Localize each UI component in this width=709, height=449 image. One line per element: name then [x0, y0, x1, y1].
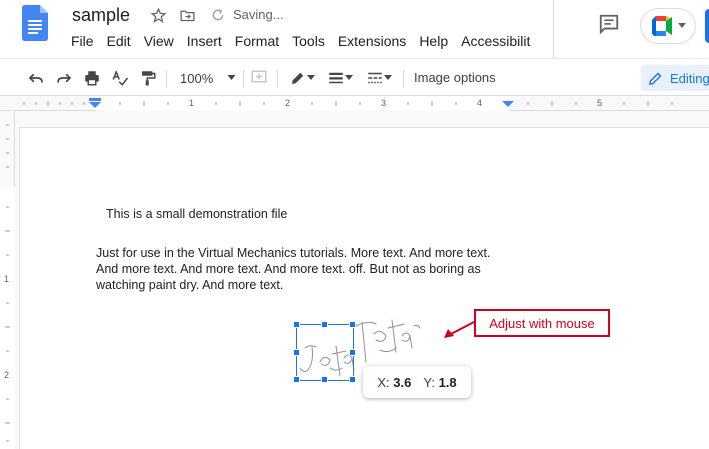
menu-accessibility[interactable]: Accessibilit	[461, 33, 530, 51]
toolbar-divider	[243, 70, 244, 88]
paint-format-icon[interactable]	[138, 68, 158, 88]
resize-handle-bottom-right[interactable]	[349, 376, 356, 383]
ruler-number: 2	[285, 98, 291, 108]
ruler-ticks	[23, 98, 673, 108]
toolbar-divider	[166, 70, 167, 88]
resize-handle-left[interactable]	[293, 349, 300, 356]
redo-icon[interactable]	[54, 68, 74, 88]
chevron-down-icon	[307, 75, 315, 80]
title-bar: sample Saving... File Edit View Insert F…	[0, 0, 709, 58]
menu-help[interactable]: Help	[419, 33, 448, 51]
menu-edit[interactable]: Edit	[107, 33, 131, 51]
sync-icon	[209, 6, 227, 24]
ruler-number: 1	[189, 98, 195, 108]
editing-label: Editing	[670, 70, 709, 86]
undo-icon[interactable]	[26, 68, 46, 88]
border-dash-icon	[368, 72, 382, 84]
resize-handle-top[interactable]	[321, 321, 328, 328]
position-tooltip: X: 3.6 Y: 1.8	[363, 366, 471, 398]
resize-handle-right[interactable]	[349, 349, 356, 356]
menu-insert[interactable]: Insert	[187, 33, 222, 51]
meet-icon	[652, 16, 672, 36]
border-color-button[interactable]	[286, 68, 318, 88]
spellcheck-icon[interactable]	[110, 68, 130, 88]
resize-handle-bottom[interactable]	[321, 376, 328, 383]
share-button[interactable]	[705, 9, 709, 43]
x-coordinate: X: 3.6	[377, 374, 412, 390]
annotation-text: Adjust with mouse	[489, 315, 595, 331]
menu-extensions[interactable]: Extensions	[338, 33, 406, 51]
vertical-ruler[interactable]: 1 2	[0, 111, 15, 449]
horizontal-ruler[interactable]: 1 2 3 4 5	[0, 96, 709, 111]
toolbar-divider	[403, 70, 404, 88]
pencil-icon	[648, 72, 662, 85]
menu-tools[interactable]: Tools	[292, 33, 325, 51]
comment-history-icon[interactable]	[598, 13, 620, 40]
y-coordinate: Y: 1.8	[423, 374, 457, 390]
ruler-number: 3	[381, 98, 387, 108]
move-to-folder-icon[interactable]	[178, 6, 196, 24]
document-title[interactable]: sample	[72, 5, 130, 26]
insert-comment-icon	[249, 68, 269, 88]
header-actions	[553, 0, 709, 58]
meet-button[interactable]	[640, 8, 696, 44]
ruler-number: 4	[477, 98, 483, 108]
chevron-down-icon	[345, 75, 353, 80]
chevron-down-icon	[384, 75, 392, 80]
save-status: Saving...	[233, 7, 284, 22]
editing-mode-button[interactable]: Editing	[641, 65, 709, 91]
vertical-ruler-number: 1	[4, 274, 10, 284]
resize-handle-bottom-left[interactable]	[293, 376, 300, 383]
document-heading[interactable]: This is a small demonstration file	[106, 207, 287, 221]
zoom-select[interactable]: 100%	[180, 68, 238, 88]
image-selection-box[interactable]	[293, 321, 356, 383]
vertical-ruler-number: 2	[4, 370, 10, 380]
star-icon[interactable]	[149, 6, 167, 24]
toolbar: 100% Image options Editing	[0, 58, 709, 96]
pen-icon	[292, 72, 304, 84]
border-dash-button[interactable]	[362, 68, 396, 88]
menu-view[interactable]: View	[144, 33, 174, 51]
zoom-value: 100%	[180, 70, 214, 86]
resize-handle-top-left[interactable]	[293, 321, 300, 328]
chevron-down-icon	[678, 23, 686, 28]
annotation-callout: Adjust with mouse	[474, 309, 610, 337]
chevron-down-icon	[227, 75, 236, 80]
print-icon[interactable]	[82, 68, 102, 88]
docs-logo-icon[interactable]	[22, 5, 48, 41]
menu-bar: File Edit View Insert Format Tools Exten…	[71, 33, 543, 51]
toolbar-divider	[277, 70, 278, 88]
ruler-number: 5	[597, 98, 603, 108]
image-options-button[interactable]: Image options	[414, 70, 496, 85]
resize-handle-top-right[interactable]	[349, 321, 356, 328]
border-weight-icon	[329, 72, 343, 84]
border-weight-button[interactable]	[324, 68, 356, 88]
menu-format[interactable]: Format	[235, 33, 279, 51]
document-paragraph[interactable]: Just for use in the Virtual Mechanics tu…	[96, 245, 506, 293]
menu-file[interactable]: File	[71, 33, 94, 51]
